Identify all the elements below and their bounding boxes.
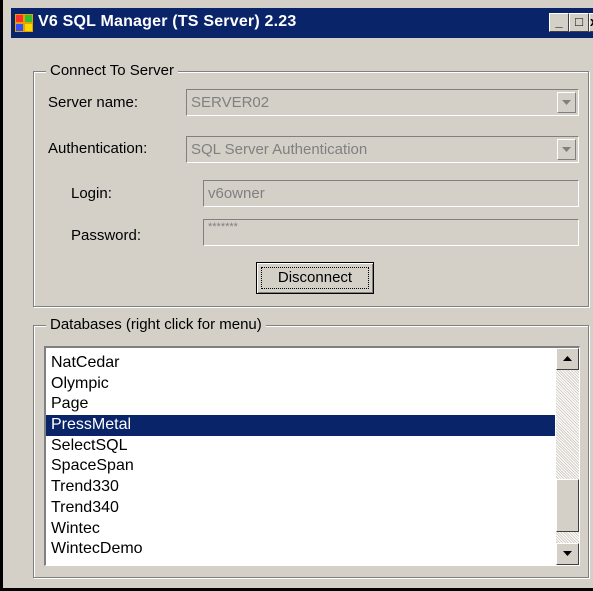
- list-item[interactable]: Trend340: [46, 498, 555, 519]
- chevron-down-icon[interactable]: [557, 139, 576, 160]
- databases-group-label: Databases (right click for menu): [46, 316, 266, 333]
- close-button[interactable]: x: [589, 13, 593, 32]
- list-item[interactable]: Page: [46, 394, 555, 415]
- arrow-down-icon: [563, 551, 572, 556]
- list-item[interactable]: Olympic: [46, 374, 555, 395]
- chevron-down-icon[interactable]: [557, 92, 576, 113]
- maximize-icon: □: [575, 14, 583, 29]
- list-item-selected[interactable]: PressMetal: [46, 415, 555, 436]
- server-name-label: Server name:: [48, 94, 139, 111]
- connect-group-label: Connect To Server: [46, 62, 178, 79]
- maximize-button[interactable]: □: [569, 13, 589, 32]
- authentication-label: Authentication:: [48, 140, 148, 157]
- app-window: V6 SQL Manager (TS Server) 2.23 _ □ x Co…: [0, 0, 593, 591]
- server-name-combo[interactable]: SERVER02: [186, 89, 579, 116]
- window-title: V6 SQL Manager (TS Server) 2.23: [38, 13, 297, 30]
- authentication-value: SQL Server Authentication: [191, 141, 368, 158]
- arrow-up-icon: [563, 356, 572, 361]
- password-field[interactable]: *******: [203, 219, 579, 246]
- password-label: Password:: [71, 227, 142, 244]
- databases-listbox[interactable]: NatCedar Olympic Page PressMetal SelectS…: [44, 346, 580, 566]
- focus-rectangle: [261, 267, 369, 289]
- authentication-combo[interactable]: SQL Server Authentication: [186, 136, 579, 163]
- vertical-scrollbar[interactable]: [556, 348, 579, 565]
- minimize-icon: _: [555, 14, 563, 29]
- login-field[interactable]: v6owner: [203, 180, 579, 207]
- login-label: Login:: [71, 185, 112, 202]
- list-item[interactable]: SelectSQL: [46, 436, 555, 457]
- list-item[interactable]: Trend330: [46, 477, 555, 498]
- list-item[interactable]: Wintec: [46, 519, 555, 540]
- scroll-up-button[interactable]: [556, 348, 579, 370]
- title-bar[interactable]: V6 SQL Manager (TS Server) 2.23 _ □ x: [11, 8, 593, 38]
- scroll-down-button[interactable]: [556, 543, 579, 565]
- login-value: v6owner: [208, 185, 265, 202]
- minimize-button[interactable]: _: [549, 13, 569, 32]
- scrollbar-thumb[interactable]: [556, 479, 579, 532]
- list-item[interactable]: WintecDemo: [46, 539, 555, 560]
- app-icon: [15, 14, 33, 32]
- server-name-value: SERVER02: [191, 94, 270, 111]
- password-value: *******: [208, 221, 238, 233]
- disconnect-button[interactable]: Disconnect: [256, 262, 374, 294]
- list-item[interactable]: NatCedar: [46, 353, 555, 374]
- list-item[interactable]: SpaceSpan: [46, 456, 555, 477]
- database-list: NatCedar Olympic Page PressMetal SelectS…: [46, 353, 555, 560]
